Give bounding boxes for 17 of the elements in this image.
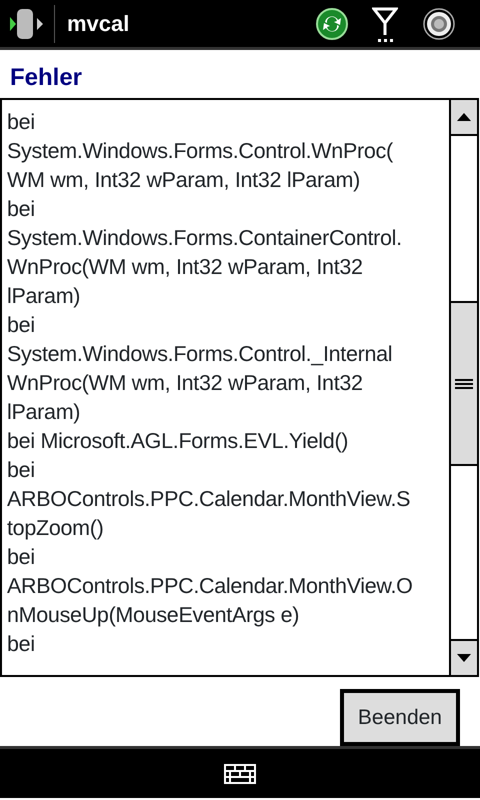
- dialog-title: Fehler: [9, 63, 84, 93]
- quit-button[interactable]: Beenden: [340, 689, 460, 746]
- scroll-up-button[interactable]: [451, 100, 477, 136]
- up-arrow-icon: [457, 113, 471, 121]
- grip-icon: [455, 378, 473, 388]
- error-text-box[interactable]: [0, 98, 479, 677]
- down-arrow-icon: [457, 654, 471, 662]
- scroll-thumb[interactable]: [451, 301, 477, 466]
- sync-icon[interactable]: [316, 8, 348, 40]
- scrollbar[interactable]: [449, 100, 477, 675]
- error-message: bei System.Windows.Forms.Control.WnProc( WM wm, Int32 wParam, Int32 lParam) bei System.Windows.Forms.ContainerControl. WnProc(WM wm, Int32 wParam, Int32 lParam) bei System.Windows.Forms.Control._Internal WnProc(WM wm, Int32 wParam, Int32 lParam) bei Microsoft.AGL.Forms.EVL.Yield() bei ARBOControls.PPC.Calendar.MonthView.S topZoom() bei ARBOControls.PPC.Calendar.MonthView.O nMouseUp(MouseEventArgs e) bei: [6, 109, 414, 658]
- signal-antenna-icon[interactable]: [372, 4, 398, 42]
- start-logo-icon[interactable]: [8, 6, 46, 40]
- keyboard-icon[interactable]: [224, 764, 256, 784]
- scroll-down-button[interactable]: [451, 639, 477, 675]
- app-title: mvcal: [67, 10, 130, 38]
- speaker-icon[interactable]: [422, 8, 456, 40]
